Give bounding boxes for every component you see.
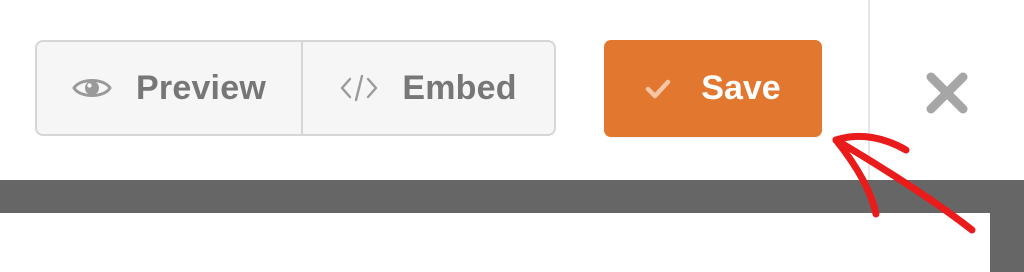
save-label: Save [701,69,781,107]
checkmark-icon [645,78,671,100]
embed-label: Embed [402,68,517,107]
code-icon [340,73,378,103]
eye-icon [72,75,112,101]
toolbar-divider [868,0,870,180]
builder-content-area [0,213,990,272]
close-icon [924,70,970,121]
close-button[interactable] [920,68,974,122]
top-toolbar: Preview Embed Save [0,0,1024,180]
frame-top-border [0,180,1024,213]
frame-right-border [990,213,1024,272]
save-button[interactable]: Save [604,40,822,137]
app-stage: Preview Embed Save [0,0,1024,272]
embed-button[interactable]: Embed [303,42,554,134]
preview-button[interactable]: Preview [37,42,303,134]
preview-label: Preview [136,68,266,107]
preview-embed-group: Preview Embed [35,40,556,136]
